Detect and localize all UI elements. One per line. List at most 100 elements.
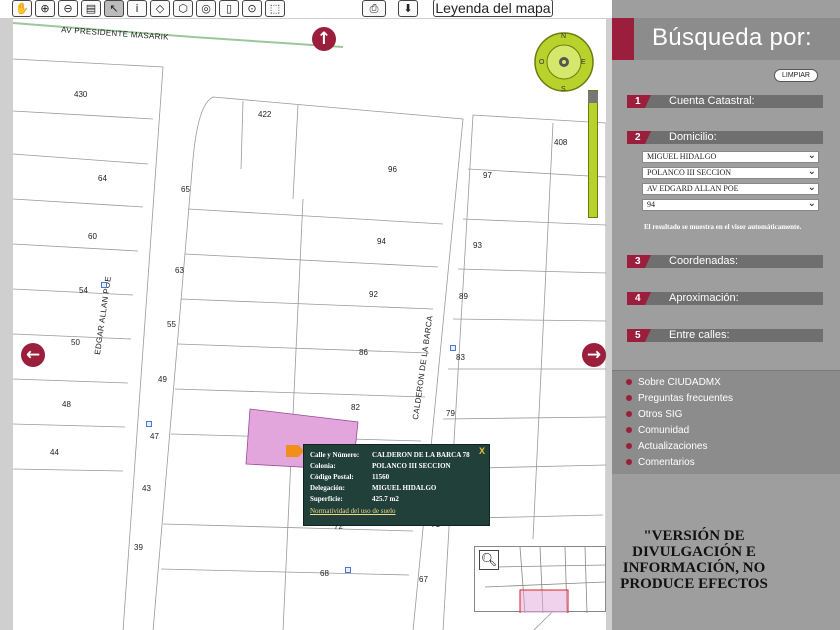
overview-zoom-icon[interactable]: 🔍︎ (479, 550, 499, 570)
poi-marker[interactable] (146, 421, 152, 427)
info-icon[interactable]: i (127, 0, 147, 17)
document-icon[interactable]: ▯ (219, 0, 239, 17)
lot-number: 422 (258, 110, 272, 119)
zoom-slider[interactable] (588, 90, 598, 218)
popup-key: Delegación: (310, 484, 345, 492)
lot-number: 408 (554, 138, 568, 147)
popup-colonia-value: POLANCO III SECCION (372, 462, 451, 470)
catastro-app: ✋ ⊕ ⊖ ▤ ↖ i ◇ ⬡ ◎ ▯ ⊙ ⬚ ⎙ ⬇ Leyenda del … (0, 0, 840, 630)
legend-button[interactable]: Leyenda del mapa (433, 0, 553, 17)
lot-number: 68 (320, 569, 329, 578)
popup-delegacion-value: MIGUEL HIDALGO (372, 484, 437, 492)
pan-west-arrow-icon[interactable]: ← (21, 343, 45, 367)
section-entre-calles[interactable]: 5 Entre calles: (627, 329, 823, 342)
section-cuenta-catastral[interactable]: 1 Cuenta Catastral: (627, 95, 823, 108)
compass-o: O (539, 59, 545, 66)
zoom-out-icon[interactable]: ⊖ (58, 0, 78, 17)
section-number: 5 (627, 329, 651, 342)
link-otros-sig[interactable]: Otros SIG (626, 409, 682, 420)
lot-number: 94 (377, 237, 386, 246)
compass-e: E (581, 59, 586, 66)
section-label: Aproximación: (669, 292, 739, 304)
disclaimer-text: "VERSIÓN DE DIVULGACIÓN E INFORMACIÓN, N… (620, 528, 768, 592)
link-label: Actualizaciones (638, 441, 708, 452)
measure-icon[interactable]: ▤ (81, 0, 101, 17)
lot-number: 64 (98, 174, 107, 183)
link-label: Sobre CIUDADMX (638, 377, 721, 388)
lot-number: 43 (142, 484, 151, 493)
normatividad-link[interactable]: Normatividad del uso de suelo (310, 506, 483, 517)
download-icon[interactable]: ⬇ (398, 0, 418, 17)
popup-key: Colonia: (310, 462, 336, 470)
link-comunidad[interactable]: Comunidad (626, 425, 689, 436)
pointer-icon[interactable]: ↖ (104, 0, 124, 17)
hand-pan-icon[interactable]: ✋ (12, 0, 32, 17)
lot-number: 93 (473, 241, 482, 250)
popup-street-value: CALDERON DE LA BARCA 78 (372, 451, 470, 459)
popup-key: Código Postal: (310, 473, 354, 481)
poi-marker[interactable] (101, 282, 107, 288)
lot-number: 430 (74, 90, 88, 99)
limpiar-button[interactable]: LIMPIAR (774, 69, 818, 82)
poi-marker[interactable] (345, 567, 351, 573)
pan-north-arrow-icon[interactable]: ↑ (312, 27, 336, 51)
link-preguntas[interactable]: Preguntas frecuentes (626, 393, 733, 404)
section-label: Entre calles: (669, 329, 730, 341)
section-number: 4 (627, 292, 651, 305)
zoom-in-icon[interactable]: ⊕ (35, 0, 55, 17)
pan-east-arrow-icon[interactable]: → (582, 343, 606, 367)
select-area-icon[interactable]: ⬚ (265, 0, 285, 17)
shape-icon[interactable]: ⬡ (173, 0, 193, 17)
lot-number: 86 (359, 348, 368, 357)
lot-number: 49 (158, 375, 167, 384)
lot-number: 50 (71, 338, 80, 347)
select-value: POLANCO III SECCION (647, 168, 731, 177)
lot-number: 79 (446, 409, 455, 418)
select-value: MIGUEL HIDALGO (647, 152, 717, 161)
calle-select[interactable]: AV EDGARD ALLAN POE ⌄ (642, 183, 819, 195)
map-viewer[interactable]: AV PRESIDENTE MASARIK EDGAR ALLAN POE CA… (13, 19, 606, 630)
colonia-select[interactable]: POLANCO III SECCION ⌄ (642, 167, 819, 179)
link-label: Comunidad (638, 425, 690, 436)
link-label: Preguntas frecuentes (638, 393, 734, 404)
section-label: Cuenta Catastral: (669, 95, 755, 107)
section-aproximacion[interactable]: 4 Aproximación: (627, 292, 823, 305)
numero-select[interactable]: 94 ⌄ (642, 199, 819, 211)
lot-number: 97 (483, 171, 492, 180)
section-number: 2 (627, 131, 651, 144)
search-area-icon[interactable]: ⊙ (242, 0, 262, 17)
sidebar-header: Búsqueda por: (612, 18, 840, 60)
overview-map[interactable]: 🔍︎ (474, 546, 606, 615)
lot-number: 96 (388, 165, 397, 174)
lot-number: 39 (134, 543, 143, 552)
identify-icon[interactable]: ◎ (196, 0, 216, 17)
popup-close-button[interactable]: X (479, 446, 485, 456)
section-domicilio[interactable]: 2 Domicilio: (627, 131, 823, 144)
lot-number: 83 (456, 353, 465, 362)
popup-superficie-value: 425.7 m2 (372, 495, 399, 503)
chevron-down-icon: ⌄ (807, 150, 816, 161)
lot-number: 54 (79, 286, 88, 295)
erase-icon[interactable]: ◇ (150, 0, 170, 17)
section-number: 1 (627, 95, 651, 108)
link-label: Comentarios (638, 457, 695, 468)
lot-number: 65 (181, 185, 190, 194)
link-actualizaciones[interactable]: Actualizaciones (626, 441, 707, 452)
poi-marker[interactable] (450, 345, 456, 351)
link-comentarios[interactable]: Comentarios (626, 457, 695, 468)
sidebar-title: Búsqueda por: (652, 24, 813, 51)
print-icon[interactable]: ⎙ (362, 0, 386, 17)
section-coordenadas[interactable]: 3 Coordenadas: (627, 255, 823, 268)
chevron-down-icon: ⌄ (807, 182, 816, 193)
chevron-down-icon: ⌄ (807, 198, 816, 209)
delegacion-select[interactable]: MIGUEL HIDALGO ⌄ (642, 151, 819, 163)
compass-s: S (561, 86, 566, 93)
sidebar-header-accent (612, 18, 634, 60)
sidebar-top-strip (612, 0, 840, 18)
link-sobre-ciudadmx[interactable]: Sobre CIUDADMX (626, 377, 721, 388)
lot-number: 60 (88, 232, 97, 241)
bullet-icon (626, 459, 632, 466)
bullet-icon (626, 411, 632, 418)
zoom-slider-knob[interactable] (588, 91, 598, 103)
sidebar-links: Sobre CIUDADMX Preguntas frecuentes Otro… (612, 370, 840, 474)
